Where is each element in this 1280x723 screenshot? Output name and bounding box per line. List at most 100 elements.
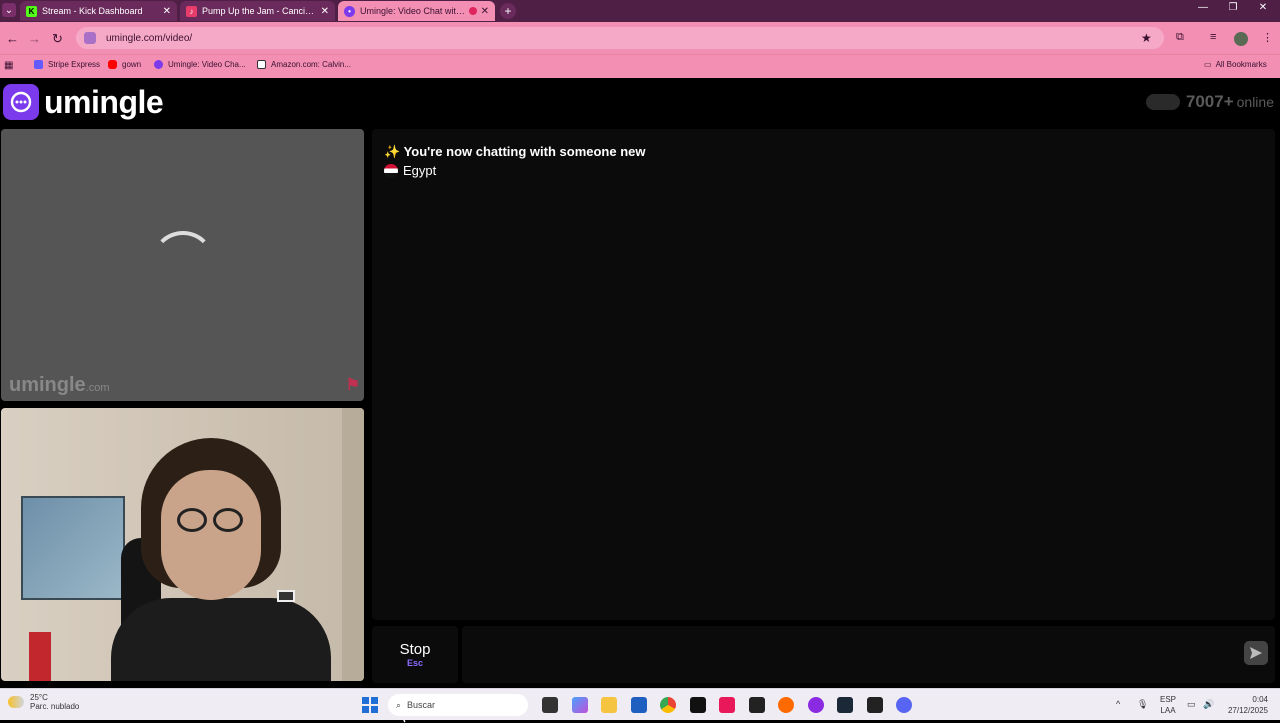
tab-title: Umingle: Video Chat with S — [360, 6, 466, 16]
steam-icon[interactable] — [837, 697, 853, 713]
umingle-icon: • — [344, 5, 355, 17]
all-bookmarks-label: All Bookmarks — [1215, 60, 1267, 69]
profile-avatar[interactable] — [1234, 32, 1248, 46]
chat-panel: ✨ You're now chatting with someone new E… — [372, 129, 1275, 620]
kick-icon: K — [26, 5, 37, 17]
new-tab-button[interactable]: + — [500, 3, 516, 19]
music-icon: ♪ — [186, 5, 197, 17]
brave-icon[interactable] — [778, 697, 794, 713]
extensions-icon[interactable]: ⧉ — [1176, 31, 1184, 44]
send-icon — [1250, 647, 1262, 659]
local-video — [1, 408, 364, 681]
report-flag-icon[interactable]: ⚑ — [346, 375, 360, 395]
bookmark-star-icon[interactable]: ★ — [1141, 31, 1152, 45]
weather-widget[interactable]: 25°C Parc. nublado — [8, 693, 79, 711]
url-text: umingle.com/video/ — [106, 32, 193, 44]
glasses-icon — [213, 508, 243, 532]
store-icon[interactable] — [631, 697, 647, 713]
weather-icon — [8, 696, 24, 708]
tiktok-icon[interactable] — [719, 697, 735, 713]
tab-kick-dashboard[interactable]: K Stream - Kick Dashboard ✕ — [20, 1, 177, 21]
bookmark-umingle[interactable]: Umingle: Video Cha... — [154, 60, 246, 69]
clock[interactable]: 0:04 27/12/2025 — [1228, 694, 1268, 716]
taskbar-search[interactable]: ⌕ Buscar — [388, 694, 528, 716]
bookmark-label: gown — [122, 60, 142, 69]
reload-icon[interactable]: ↻ — [52, 31, 63, 47]
red-object — [29, 632, 51, 681]
bookmark-gown[interactable]: gown — [108, 60, 141, 69]
back-icon[interactable]: ← — [6, 31, 19, 46]
lang-top: ESP — [1160, 695, 1177, 704]
close-icon[interactable]: ✕ — [163, 6, 171, 17]
recording-icon — [468, 7, 477, 15]
online-count: 7007+ — [1185, 92, 1234, 111]
all-bookmarks-folder[interactable]: ▭ All Bookmarks — [1204, 60, 1267, 69]
microphone-icon[interactable]: 🎙 — [1137, 699, 1148, 710]
folder-icon: ▭ — [1204, 60, 1212, 69]
window-close-icon[interactable]: ✕ — [1248, 2, 1278, 13]
search-placeholder: Buscar — [407, 700, 436, 710]
chrome-icon[interactable] — [660, 697, 676, 713]
app-icon[interactable] — [690, 697, 706, 713]
online-label: online — [1236, 94, 1274, 110]
bookmark-label: Stripe Express — [48, 60, 101, 69]
browser-toolbar: ← → ↻ umingle.com/video/ ★ ⧉ ≡ ⋮ — [0, 22, 1280, 54]
volume-icon[interactable]: 🔊 — [1203, 699, 1214, 710]
system-message: ✨ You're now chatting with someone new — [384, 144, 646, 159]
bookmark-stripe[interactable]: Stripe Express — [34, 60, 100, 69]
epic-games-icon[interactable] — [867, 697, 883, 713]
restore-icon[interactable]: ❐ — [1218, 2, 1248, 13]
capcut-icon[interactable] — [749, 697, 765, 713]
task-view-icon[interactable] — [542, 697, 558, 713]
amazon-icon — [257, 60, 266, 69]
tab-umingle[interactable]: • Umingle: Video Chat with S ✕ — [338, 1, 495, 21]
forward-icon[interactable]: → — [28, 31, 41, 46]
bookmark-amazon[interactable]: Amazon.com: Calvin... — [257, 60, 351, 69]
address-bar[interactable]: umingle.com/video/ — [76, 27, 1164, 49]
clock-time: 0:04 — [1252, 695, 1268, 704]
close-icon[interactable]: ✕ — [321, 6, 329, 17]
monitor-icon[interactable]: ▭ — [1187, 699, 1196, 710]
site-info-icon[interactable] — [84, 32, 96, 44]
menu-icon[interactable]: ⋮ — [1262, 31, 1273, 44]
site-logo[interactable]: umingle — [44, 84, 164, 121]
start-button[interactable] — [362, 697, 378, 713]
person-shirt — [111, 598, 331, 681]
egypt-flag-icon — [384, 163, 398, 178]
tab-pump-up-the-jam[interactable]: ♪ Pump Up the Jam - Canción de ✕ — [180, 1, 335, 21]
message-input[interactable] — [462, 626, 1275, 683]
tab-search-button[interactable]: ⌄ — [2, 3, 16, 17]
app-purple-icon[interactable] — [808, 697, 824, 713]
light-switch — [277, 590, 295, 602]
windows-taskbar: 25°C Parc. nublado ⌕ Buscar ^ 🎙 ESP LAA … — [0, 688, 1280, 720]
stop-button[interactable]: Stop Esc — [372, 626, 458, 683]
tab-title: Stream - Kick Dashboard — [42, 6, 143, 16]
watermark-text: umingle — [9, 374, 86, 396]
discord-icon[interactable] — [896, 697, 912, 713]
copilot-icon[interactable] — [572, 697, 588, 713]
chat-bubble-icon[interactable] — [3, 84, 39, 120]
umingle-icon — [154, 60, 163, 69]
media-control-icon[interactable]: ≡ — [1210, 31, 1216, 43]
tab-title: Pump Up the Jam - Canción de — [202, 6, 317, 16]
bookmark-label: Umingle: Video Cha... — [168, 60, 246, 69]
chevron-up-icon[interactable]: ^ — [1116, 699, 1120, 709]
stop-label: Stop — [399, 641, 431, 658]
close-icon[interactable]: ✕ — [481, 6, 489, 17]
apps-grid-icon[interactable]: ▦ — [4, 60, 13, 71]
loading-spinner-icon — [151, 231, 215, 295]
bookmarks-bar: ▦ Stripe Express gown Umingle: Video Cha… — [0, 54, 1280, 78]
country-name: Egypt — [403, 163, 437, 178]
album-poster — [21, 496, 125, 600]
minimize-icon[interactable]: — — [1188, 2, 1218, 13]
online-toggle[interactable] — [1145, 94, 1180, 110]
remote-video: umingle.com ⚑ — [1, 129, 364, 401]
file-explorer-icon[interactable] — [601, 697, 617, 713]
search-icon: ⌕ — [396, 699, 402, 710]
bookmark-label: Amazon.com: Calvin... — [271, 60, 352, 69]
language-indicator[interactable]: ESP LAA — [1160, 694, 1176, 716]
clock-date: 27/12/2025 — [1227, 706, 1268, 715]
umingle-page: umingle 7007+ online umingle.com ⚑ ✨ You… — [0, 78, 1280, 723]
youtube-icon — [108, 60, 117, 69]
send-button[interactable] — [1244, 641, 1268, 665]
